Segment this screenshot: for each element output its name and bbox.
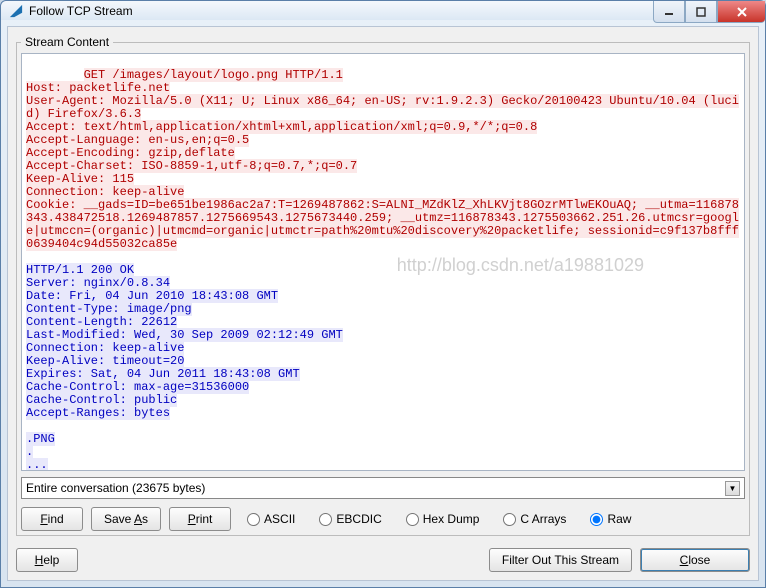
help-button[interactable]: Help [16,548,78,572]
close-button[interactable]: Close [640,548,750,572]
client-area: Stream Content GET /images/layout/logo.p… [7,26,759,581]
fin-icon [9,4,23,18]
conversation-dropdown-label: Entire conversation (23675 bytes) [26,481,205,495]
radio-raw[interactable]: Raw [590,512,631,526]
radio-ascii[interactable]: ASCII [247,512,295,526]
display-format-radios: ASCII EBCDIC Hex Dump C Arrays Raw [247,512,745,526]
minimize-button[interactable] [653,1,685,23]
titlebar[interactable]: Follow TCP Stream [1,1,765,20]
maximize-button[interactable] [685,1,717,23]
window: Follow TCP Stream Stream Content GET /im… [0,0,766,588]
stream-content-group: Stream Content GET /images/layout/logo.p… [16,35,750,536]
watermark-text: http://blog.csdn.net/a19881029 [397,259,644,272]
radio-carrays[interactable]: C Arrays [503,512,566,526]
http-response: HTTP/1.1 200 OK Server: nginx/0.8.34 Dat… [26,263,343,471]
http-request: GET /images/layout/logo.png HTTP/1.1 Hos… [26,68,739,251]
window-controls [653,1,765,23]
radio-hexdump[interactable]: Hex Dump [406,512,480,526]
radio-ebcdic[interactable]: EBCDIC [319,512,381,526]
window-title: Follow TCP Stream [29,4,133,18]
print-button[interactable]: Print [169,507,231,531]
stream-content-text[interactable]: GET /images/layout/logo.png HTTP/1.1 Hos… [21,53,745,471]
find-button[interactable]: Find [21,507,83,531]
save-as-button[interactable]: Save As [91,507,161,531]
close-window-button[interactable] [717,1,765,23]
conversation-dropdown[interactable]: Entire conversation (23675 bytes) ▼ [21,477,745,499]
chevron-down-icon: ▼ [725,481,740,496]
filter-out-button[interactable]: Filter Out This Stream [489,548,632,572]
stream-content-legend: Stream Content [21,35,113,49]
